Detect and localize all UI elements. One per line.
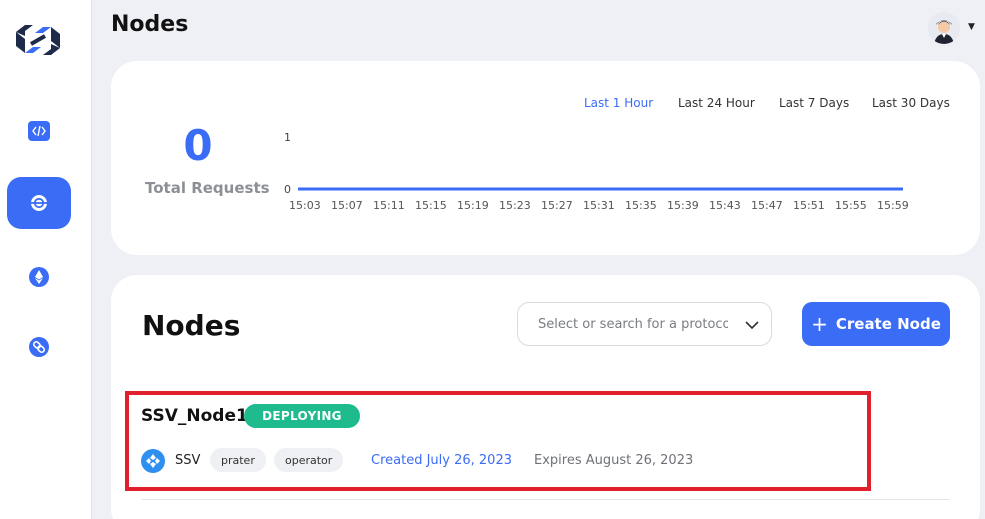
node-expires-date: Expires August 26, 2023 (534, 453, 694, 468)
sidebar-item-api[interactable] (7, 105, 71, 157)
create-node-label: Create Node (835, 315, 941, 333)
node-tag-role: operator (274, 448, 344, 472)
x-tick-label: 15:15 (415, 199, 447, 212)
nodes-card: Nodes + Create Node SSV_Node1 DEPLOYING … (111, 275, 980, 519)
chevron-down-icon (745, 317, 759, 331)
x-tick-label: 15:39 (667, 199, 699, 212)
node-protocol-name: SSV (175, 453, 201, 468)
ssv-protocol-icon (141, 449, 165, 473)
total-requests-value: 0 (183, 121, 213, 170)
plus-icon: + (811, 312, 828, 336)
y-tick-label: 1 (284, 131, 291, 144)
tab-last-24-hour[interactable]: Last 24 Hour (678, 96, 755, 110)
sidebar-item-ethereum[interactable] (7, 251, 71, 303)
x-tick-label: 15:59 (877, 199, 909, 212)
tab-last-30-days[interactable]: Last 30 Days (872, 96, 950, 110)
sidebar (0, 0, 92, 519)
sidebar-item-links[interactable] (7, 321, 71, 373)
total-requests-label: Total Requests (145, 179, 270, 197)
page-title: Nodes (111, 12, 189, 37)
x-tick-label: 15:03 (289, 199, 321, 212)
status-badge: DEPLOYING (244, 404, 360, 428)
create-node-button[interactable]: + Create Node (802, 302, 950, 346)
x-tick-label: 15:19 (457, 199, 489, 212)
tab-last-7-days[interactable]: Last 7 Days (779, 96, 849, 110)
ethereum-icon (28, 266, 50, 288)
x-tick-label: 15:27 (541, 199, 573, 212)
protocol-search-select[interactable] (517, 302, 772, 346)
x-tick-label: 15:43 (709, 199, 741, 212)
avatar[interactable] (928, 12, 960, 44)
divider (142, 499, 950, 500)
x-tick-label: 15:23 (499, 199, 531, 212)
node-name[interactable]: SSV_Node1 (141, 406, 248, 426)
tab-last-1-hour[interactable]: Last 1 Hour (584, 96, 653, 110)
x-tick-label: 15:11 (373, 199, 405, 212)
code-icon (28, 120, 50, 142)
x-tick-label: 15:35 (625, 199, 657, 212)
app-logo[interactable] (13, 22, 63, 58)
requests-line-chart: 1 0 15:03 15:07 15:11 15:15 15:19 15:23 15:27 15:… (284, 131, 909, 212)
protocol-search-input[interactable] (538, 316, 728, 332)
chevron-down-icon[interactable]: ▼ (968, 22, 975, 32)
y-tick-label: 0 (284, 183, 291, 196)
time-range-tabs: Last 1 Hour Last 24 Hour Last 7 Days Las… (111, 96, 980, 112)
node-list-item[interactable]: SSV_Node1 DEPLOYING SSV prater operator … (125, 391, 871, 491)
requests-stats-card: Last 1 Hour Last 24 Hour Last 7 Days Las… (111, 61, 980, 255)
nodes-section-title: Nodes (142, 309, 241, 342)
sidebar-item-nodes[interactable] (7, 177, 71, 229)
node-created-date: Created July 26, 2023 (371, 453, 512, 468)
node-icon (28, 192, 50, 214)
x-tick-label: 15:07 (331, 199, 363, 212)
link-icon (28, 336, 50, 358)
x-tick-label: 15:51 (793, 199, 825, 212)
node-tag-network: prater (210, 448, 266, 472)
x-tick-label: 15:31 (583, 199, 615, 212)
x-tick-label: 15:55 (835, 199, 867, 212)
x-tick-label: 15:47 (751, 199, 783, 212)
